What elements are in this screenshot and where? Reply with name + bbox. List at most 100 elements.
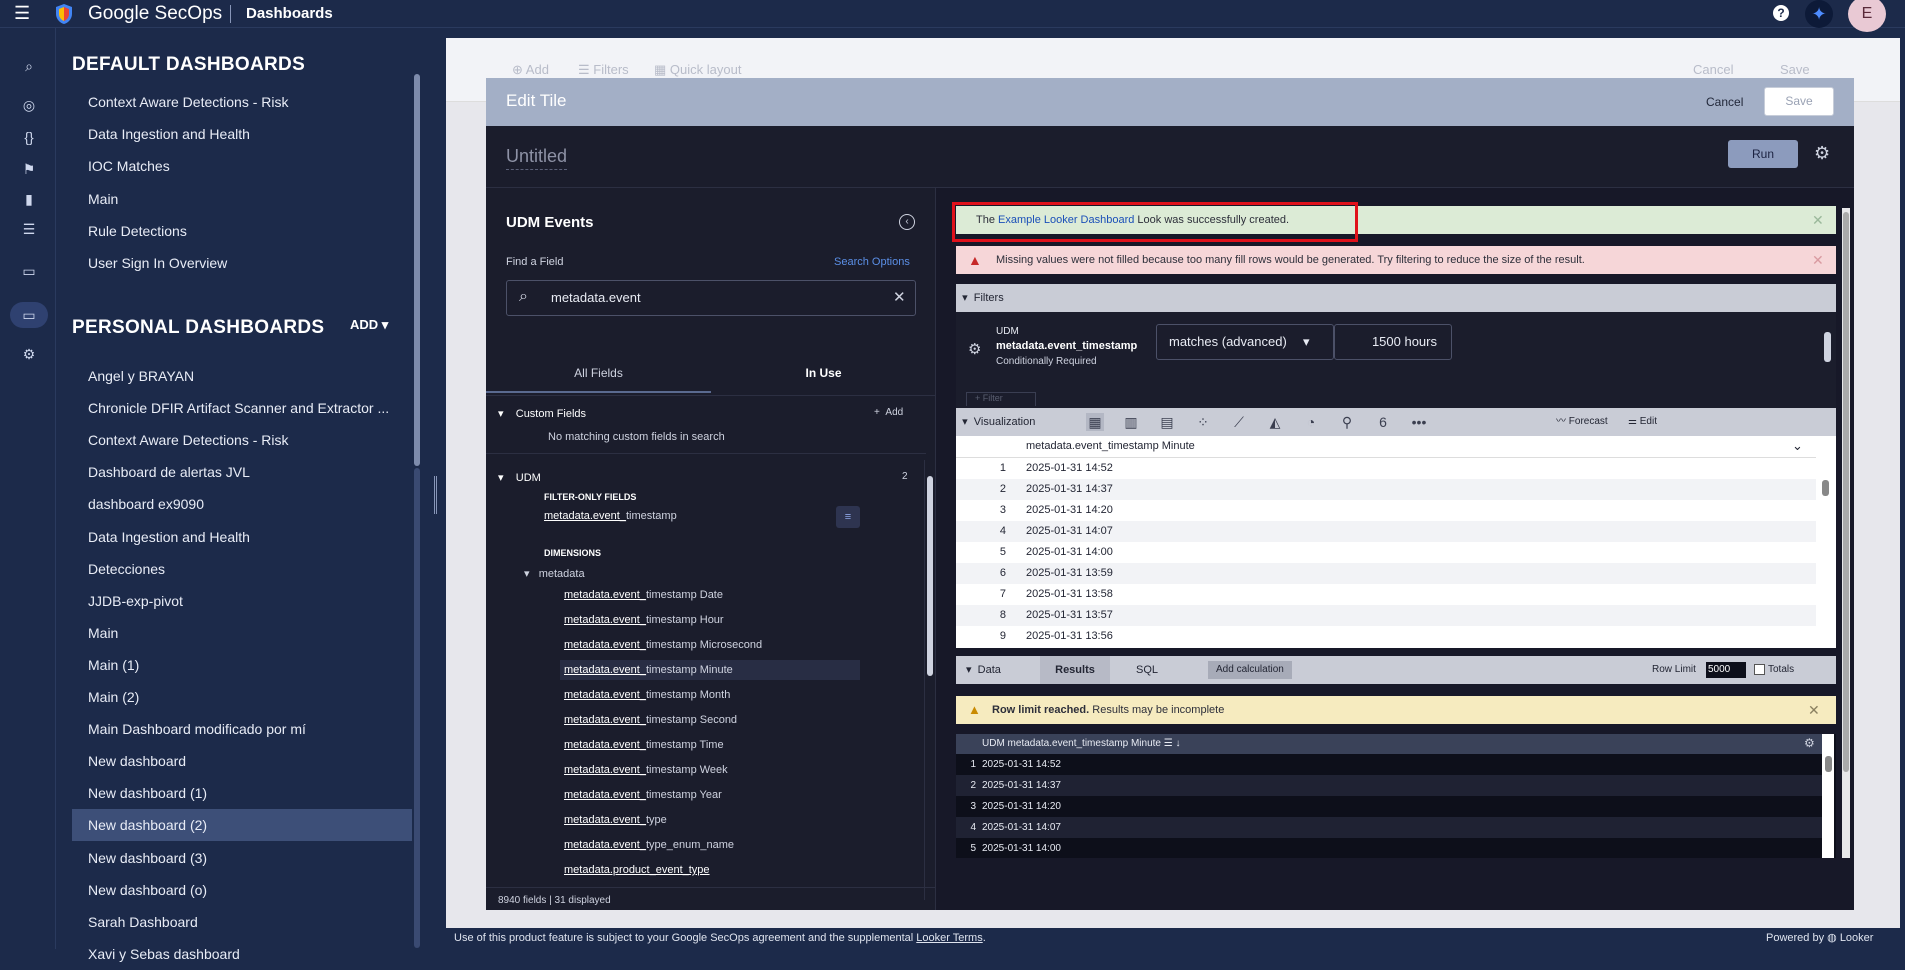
totals-checkbox[interactable] bbox=[1754, 664, 1765, 675]
data-table-scrollbar[interactable] bbox=[1822, 734, 1834, 858]
sidebar-resize-handle[interactable] bbox=[434, 476, 437, 514]
column-chart-icon[interactable]: ▤ bbox=[1158, 413, 1176, 431]
dimension-field-item[interactable]: metadata.event_timestamp Microsecond bbox=[564, 639, 762, 651]
default-dashboard-item[interactable]: IOC Matches bbox=[72, 150, 412, 182]
close-success-icon[interactable]: ✕ bbox=[1812, 206, 1824, 234]
menu-icon[interactable]: ☰ bbox=[14, 4, 34, 22]
more-icon[interactable]: ••• bbox=[1410, 413, 1428, 431]
area-chart-icon[interactable]: ◭ bbox=[1266, 413, 1284, 431]
personal-dashboard-item[interactable]: Sarah Dashboard bbox=[72, 906, 412, 938]
run-button[interactable]: Run bbox=[1728, 140, 1798, 168]
gemini-sparkle-icon[interactable]: ✦ bbox=[1805, 0, 1833, 28]
scatter-icon[interactable]: ⁘ bbox=[1194, 413, 1212, 431]
personal-dashboard-item[interactable]: Main Dashboard modificado por mí bbox=[72, 713, 412, 745]
line-chart-icon[interactable]: ⟋ bbox=[1230, 413, 1248, 431]
personal-dashboard-item[interactable]: New dashboard (2) bbox=[72, 809, 412, 842]
metadata-group[interactable]: ▾ metadata bbox=[524, 567, 585, 580]
personal-dashboard-item[interactable]: Main (1) bbox=[72, 649, 412, 681]
brand-name[interactable]: Google SecOps bbox=[88, 3, 222, 25]
dialog-save-button[interactable]: Save bbox=[1764, 87, 1834, 116]
user-avatar[interactable]: E bbox=[1848, 0, 1886, 32]
dashboard-save-button[interactable]: Save bbox=[1780, 62, 1810, 77]
personal-dashboard-item[interactable]: New dashboard bbox=[72, 745, 412, 777]
quick-layout-button[interactable]: ▦ Quick layout bbox=[654, 62, 741, 78]
column-menu-chevron-icon[interactable]: ⌄ bbox=[1792, 438, 1803, 454]
personal-dashboard-item[interactable]: Chronicle DFIR Artifact Scanner and Extr… bbox=[72, 392, 412, 424]
add-calculation-button[interactable]: Add calculation bbox=[1208, 661, 1292, 679]
dimension-field-item[interactable]: metadata.event_timestamp Hour bbox=[564, 614, 724, 626]
add-filter-button[interactable]: + Filter bbox=[966, 392, 1036, 406]
add-dashboard-button[interactable]: ADD ▾ bbox=[350, 317, 388, 333]
monitor-icon[interactable]: ▭ bbox=[18, 260, 40, 282]
detections-icon[interactable]: ◎ bbox=[18, 94, 40, 116]
dashboard-cancel-button[interactable]: Cancel bbox=[1693, 62, 1733, 77]
dimension-field-item[interactable]: metadata.event_timestamp Year bbox=[564, 789, 722, 801]
visualization-section-header[interactable]: ▾ Visualization ▦ ▥ ▤ ⁘ ⟋ ◭ ◔ ⚲ 6 ••• 〰 Forecast … bbox=[956, 408, 1836, 436]
row-limit-input[interactable]: 5000 bbox=[1706, 662, 1746, 678]
looker-terms-link[interactable]: Looker Terms bbox=[916, 932, 982, 944]
personal-dashboard-item[interactable]: New dashboard (3) bbox=[72, 842, 412, 874]
explore-settings-gear-icon[interactable]: ⚙ bbox=[1814, 143, 1830, 164]
tab-results[interactable]: Results bbox=[1040, 656, 1110, 684]
close-row-limit-icon[interactable]: ✕ bbox=[1808, 696, 1820, 724]
map-pin-icon[interactable]: ⚲ bbox=[1338, 413, 1356, 431]
dialog-cancel-button[interactable]: Cancel bbox=[1706, 95, 1743, 109]
personal-dashboard-item[interactable]: New dashboard (1) bbox=[72, 777, 412, 809]
personal-dashboard-item[interactable]: Dashboard de alertas JVL bbox=[72, 456, 412, 488]
table-icon[interactable]: ▦ bbox=[1086, 413, 1104, 431]
udm-group[interactable]: ▾ UDM bbox=[498, 471, 541, 484]
help-icon[interactable]: ? bbox=[1773, 5, 1789, 21]
add-tile-button[interactable]: ⊕ Add bbox=[512, 62, 549, 78]
default-dashboard-item[interactable]: Context Aware Detections - Risk bbox=[72, 86, 412, 118]
field-list-scrollbar[interactable] bbox=[924, 460, 934, 900]
default-dashboard-item[interactable]: Data Ingestion and Health bbox=[72, 118, 412, 150]
personal-dashboard-item[interactable]: Angel y BRAYAN bbox=[72, 360, 412, 392]
add-custom-field-button[interactable]: + Add bbox=[874, 407, 903, 418]
filters-scrollbar[interactable] bbox=[1822, 312, 1834, 408]
personal-dashboard-item[interactable]: Main (2) bbox=[72, 681, 412, 713]
flag-icon[interactable]: ⚑ bbox=[18, 158, 40, 180]
dimension-field-item[interactable]: metadata.event_type_enum_name bbox=[564, 839, 734, 851]
personal-dashboard-item[interactable]: Context Aware Detections - Risk bbox=[72, 424, 412, 456]
collapse-panel-icon[interactable]: ‹ bbox=[899, 214, 915, 230]
filter-value-input[interactable]: 1500 hours bbox=[1334, 324, 1452, 360]
data-column-header[interactable]: UDM metadata.event_timestamp Minute ☰ ↓ bbox=[982, 738, 1181, 749]
data-table-gear-icon[interactable]: ⚙ bbox=[1804, 736, 1815, 750]
filter-only-field[interactable]: metadata.event_timestamp bbox=[544, 510, 677, 522]
filters-button[interactable]: ☰ Filters bbox=[578, 62, 629, 78]
close-warning-icon[interactable]: ✕ bbox=[1812, 246, 1824, 274]
dimension-field-item[interactable]: metadata.event_timestamp Week bbox=[564, 764, 728, 776]
viz-edit-button[interactable]: ⚌ Edit bbox=[1628, 408, 1657, 436]
forecast-button[interactable]: 〰 Forecast bbox=[1556, 408, 1608, 436]
settings-gear-icon[interactable]: ⚙ bbox=[18, 343, 40, 365]
default-dashboard-item[interactable]: Rule Detections bbox=[72, 215, 412, 247]
personal-dashboard-item[interactable]: New dashboard (o) bbox=[72, 874, 412, 906]
personal-dashboard-item[interactable]: Data Ingestion and Health bbox=[72, 521, 412, 553]
pie-chart-icon[interactable]: ◔ bbox=[1302, 413, 1320, 431]
results-panel-scrollbar[interactable] bbox=[1841, 208, 1851, 858]
data-section-toggle[interactable]: ▾ Data bbox=[966, 656, 1001, 684]
dimension-field-item[interactable]: metadata.event_type bbox=[564, 814, 667, 826]
personal-dashboard-item[interactable]: dashboard ex9090 bbox=[72, 488, 412, 520]
filter-settings-gear-icon[interactable]: ⚙ bbox=[968, 340, 981, 358]
filters-section-header[interactable]: ▾ Filters bbox=[956, 284, 1836, 312]
single-value-icon[interactable]: 6 bbox=[1374, 413, 1392, 431]
dimension-field-item[interactable]: metadata.event_timestamp Date bbox=[564, 589, 723, 601]
filter-operator-select[interactable]: matches (advanced) ▾ bbox=[1156, 324, 1334, 360]
bar-chart-nav-icon[interactable]: ▮ bbox=[18, 188, 40, 210]
dimension-field-item[interactable]: metadata.event_timestamp Time bbox=[564, 739, 724, 751]
rules-braces-icon[interactable]: {} bbox=[18, 126, 40, 148]
bar-chart-icon[interactable]: ▥ bbox=[1122, 413, 1140, 431]
dimension-field-item[interactable]: metadata.event_timestamp Month bbox=[564, 689, 730, 701]
dimension-field-item[interactable]: metadata.product_event_type bbox=[564, 864, 710, 876]
dimension-field-item[interactable]: metadata.event_timestamp Minute bbox=[560, 660, 860, 680]
search-options-link[interactable]: Search Options bbox=[834, 256, 910, 268]
personal-dashboard-item[interactable]: Main bbox=[72, 617, 412, 649]
tab-in-use[interactable]: In Use bbox=[711, 353, 936, 393]
custom-fields-group[interactable]: ▾ Custom Fields bbox=[498, 407, 586, 420]
search-icon[interactable]: ⌕ bbox=[18, 55, 40, 77]
default-dashboard-item[interactable]: Main bbox=[72, 183, 412, 215]
personal-dashboard-item[interactable]: Xavi y Sebas dashboard bbox=[72, 938, 412, 970]
viz-table-scrollbar[interactable] bbox=[1820, 460, 1832, 646]
viz-column-header[interactable]: metadata.event_timestamp Minute bbox=[1026, 440, 1195, 452]
